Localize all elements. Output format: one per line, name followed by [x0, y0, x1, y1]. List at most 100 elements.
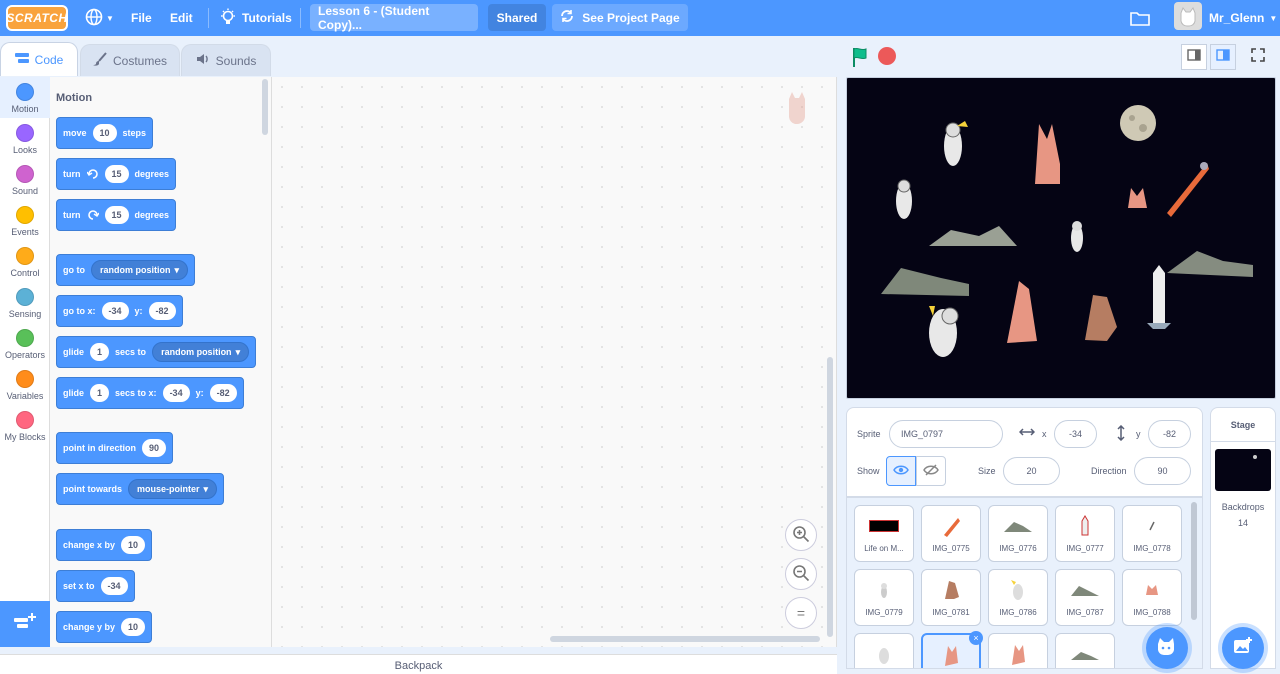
change-x-input[interactable]: 10	[121, 536, 146, 554]
language-menu[interactable]: ▼	[85, 0, 114, 36]
sprite-tile[interactable]: IMG_0776	[988, 505, 1048, 562]
point-towards-dropdown[interactable]: mouse-pointer ▾	[128, 479, 218, 499]
sprite-list-scrollbar[interactable]	[1191, 502, 1197, 620]
point-towards-block[interactable]: point towards mouse-pointer ▾	[56, 473, 225, 505]
x-input[interactable]: -34	[162, 384, 190, 402]
category-operators[interactable]: Operators	[0, 329, 50, 360]
sprite-name: IMG_0787	[1066, 608, 1104, 617]
go-to-xy-block[interactable]: go to x: -34 y: -82	[56, 295, 183, 327]
sprite-tile[interactable]	[988, 633, 1048, 668]
tab-costumes[interactable]: Costumes	[80, 44, 180, 76]
size-input[interactable]: 20	[1003, 457, 1060, 485]
category-sensing[interactable]: Sensing	[0, 288, 50, 319]
category-looks[interactable]: Looks	[0, 124, 50, 155]
shared-button[interactable]: Shared	[488, 4, 546, 31]
sprite-name-input[interactable]: IMG_0797	[889, 420, 1003, 448]
delete-sprite-icon[interactable]: ×	[969, 631, 983, 645]
file-menu[interactable]: File	[131, 0, 152, 36]
tab-code[interactable]: Code	[0, 42, 78, 76]
sprite-tile[interactable]: IMG_0775	[921, 505, 981, 562]
sprite-thumbnail	[855, 640, 913, 668]
category-events[interactable]: Events	[0, 206, 50, 237]
category-control[interactable]: Control	[0, 247, 50, 278]
set-x-input[interactable]: -34	[100, 577, 128, 595]
turn-right-block[interactable]: turn 15 degrees	[56, 158, 177, 190]
x-position-input[interactable]: -34	[1054, 420, 1097, 448]
sprite-tile-selected[interactable]: ×	[921, 631, 983, 668]
category-sound[interactable]: Sound	[0, 165, 50, 196]
backdrops-count: 14	[1237, 518, 1248, 528]
normal-stage-button[interactable]	[1210, 44, 1236, 70]
sprite-tile[interactable]: IMG_0781	[921, 569, 981, 626]
tab-sounds[interactable]: Sounds	[181, 44, 271, 76]
go-to-block[interactable]: go to random position ▾	[56, 254, 196, 286]
go-to-target-dropdown[interactable]: random position ▾	[91, 260, 189, 280]
sprite-tile[interactable]: IMG_0788	[1122, 569, 1182, 626]
stop-icon[interactable]	[878, 47, 896, 65]
stage-canvas[interactable]	[846, 77, 1276, 399]
sprite-tile[interactable]	[1055, 633, 1115, 668]
workspace-horizontal-scrollbar[interactable]	[550, 636, 820, 642]
zoom-reset-button[interactable]: =	[785, 597, 817, 629]
scratch-logo[interactable]: SCRATCH	[6, 5, 68, 31]
change-y-input[interactable]: 10	[121, 618, 146, 636]
green-flag-icon[interactable]	[850, 46, 872, 73]
sprite-tile[interactable]: Life on M...	[854, 505, 914, 562]
astronaut-sprite	[896, 179, 912, 219]
y-position-input[interactable]: -82	[1148, 420, 1191, 448]
show-sprite-button[interactable]	[886, 456, 916, 486]
degrees-input[interactable]: 15	[104, 165, 129, 183]
sprite-tile[interactable]: IMG_0787	[1055, 569, 1115, 626]
change-y-block[interactable]: change y by 10	[56, 611, 153, 643]
category-motion[interactable]: Motion	[0, 77, 50, 118]
secs-input[interactable]: 1	[90, 384, 110, 402]
category-my-blocks[interactable]: My Blocks	[0, 411, 50, 442]
hide-sprite-button[interactable]	[916, 456, 946, 486]
palette-scrollbar[interactable]	[262, 79, 268, 135]
category-label: My Blocks	[4, 432, 46, 442]
glide-to-block[interactable]: glide 1 secs to random position ▾	[56, 336, 257, 368]
direction-input[interactable]: 90	[1134, 457, 1191, 485]
sprite-tile[interactable]	[854, 633, 914, 668]
see-project-page-button[interactable]: See Project Page	[552, 4, 688, 31]
sprite-thumbnail	[855, 512, 913, 540]
add-extension-icon	[14, 612, 36, 636]
secs-input[interactable]: 1	[90, 343, 110, 361]
y-input[interactable]: -82	[148, 302, 176, 320]
set-x-block[interactable]: set x to -34	[56, 570, 135, 602]
sprite-tile[interactable]: IMG_0786	[988, 569, 1048, 626]
turn-left-block[interactable]: turn 15 degrees	[56, 199, 177, 231]
project-title-input[interactable]: Lesson 6 - (Student Copy)...	[310, 4, 478, 32]
add-extension-button[interactable]	[0, 601, 50, 647]
move-steps-block[interactable]: move 10 steps	[56, 117, 154, 149]
my-stuff-folder-icon[interactable]	[1130, 0, 1150, 36]
edit-menu[interactable]: Edit	[170, 0, 193, 36]
fullscreen-button[interactable]	[1245, 44, 1271, 70]
steps-input[interactable]: 10	[92, 124, 117, 142]
avatar[interactable]	[1174, 2, 1202, 30]
change-x-block[interactable]: change x by 10	[56, 529, 153, 561]
block-text: glide	[63, 347, 85, 357]
choose-backdrop-button[interactable]	[1222, 627, 1264, 669]
category-variables[interactable]: Variables	[0, 370, 50, 401]
sprite-tile[interactable]: IMG_0779	[854, 569, 914, 626]
choose-sprite-button[interactable]	[1146, 627, 1188, 669]
degrees-input[interactable]: 15	[104, 206, 129, 224]
sprite-tile[interactable]: IMG_0777	[1055, 505, 1115, 562]
sprite-tile[interactable]: IMG_0778	[1122, 505, 1182, 562]
direction-input[interactable]: 90	[142, 439, 167, 457]
zoom-in-button[interactable]	[785, 519, 817, 551]
small-stage-button[interactable]	[1181, 44, 1207, 70]
workspace-vertical-scrollbar[interactable]	[827, 357, 833, 637]
zoom-out-button[interactable]	[785, 558, 817, 590]
tutorials-button[interactable]: Tutorials	[220, 0, 292, 36]
glide-to-xy-block[interactable]: glide 1 secs to x: -34 y: -82	[56, 377, 244, 409]
backpack[interactable]: Backpack	[0, 654, 837, 674]
point-in-direction-block[interactable]: point in direction 90	[56, 432, 174, 464]
script-workspace[interactable]: =	[272, 77, 837, 647]
x-input[interactable]: -34	[101, 302, 129, 320]
account-menu[interactable]: Mr_Glenn ▼	[1209, 0, 1277, 36]
glide-target-dropdown[interactable]: random position ▾	[152, 342, 250, 362]
tab-code-label: Code	[34, 52, 64, 67]
y-input[interactable]: -82	[209, 384, 237, 402]
